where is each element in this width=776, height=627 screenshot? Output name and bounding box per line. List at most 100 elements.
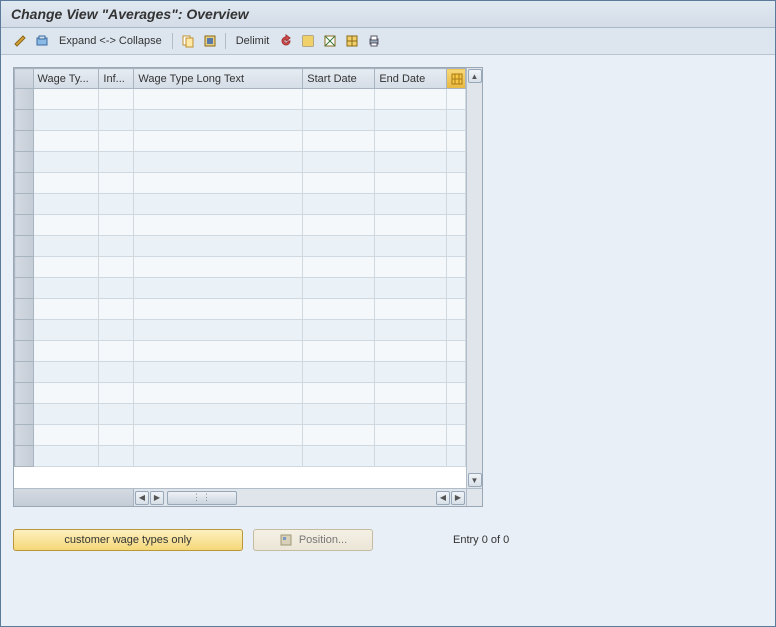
print-icon[interactable] — [365, 32, 383, 50]
cell-end-date[interactable] — [375, 278, 447, 299]
select-all-icon[interactable] — [201, 32, 219, 50]
cell-wage-type[interactable] — [33, 89, 99, 110]
cell-inf[interactable] — [99, 299, 134, 320]
cell-long-text[interactable] — [134, 236, 303, 257]
cell-inf[interactable] — [99, 110, 134, 131]
cell-end-date[interactable] — [375, 194, 447, 215]
cell-end-date[interactable] — [375, 215, 447, 236]
cell-end-date[interactable] — [375, 110, 447, 131]
row-selector[interactable] — [15, 299, 34, 320]
cell-start-date[interactable] — [303, 362, 375, 383]
cell-end-date[interactable] — [375, 341, 447, 362]
cell-long-text[interactable] — [134, 362, 303, 383]
select-block-icon[interactable] — [299, 32, 317, 50]
cell-long-text[interactable] — [134, 110, 303, 131]
cell-wage-type[interactable] — [33, 362, 99, 383]
cell-inf[interactable] — [99, 152, 134, 173]
delimit-button[interactable]: Delimit — [236, 35, 270, 47]
cell-start-date[interactable] — [303, 89, 375, 110]
cell-end-date[interactable] — [375, 152, 447, 173]
row-selector[interactable] — [15, 215, 34, 236]
cell-inf[interactable] — [99, 383, 134, 404]
cell-inf[interactable] — [99, 89, 134, 110]
cell-long-text[interactable] — [134, 341, 303, 362]
cell-start-date[interactable] — [303, 320, 375, 341]
cell-start-date[interactable] — [303, 236, 375, 257]
cell-long-text[interactable] — [134, 320, 303, 341]
cell-start-date[interactable] — [303, 131, 375, 152]
cell-long-text[interactable] — [134, 446, 303, 467]
cell-wage-type[interactable] — [33, 257, 99, 278]
cell-inf[interactable] — [99, 131, 134, 152]
vertical-scrollbar[interactable]: ▲ ▼ — [466, 68, 482, 488]
scroll-right-icon[interactable]: ▶ — [451, 491, 465, 505]
cell-start-date[interactable] — [303, 425, 375, 446]
row-selector[interactable] — [15, 110, 34, 131]
cell-wage-type[interactable] — [33, 320, 99, 341]
cell-long-text[interactable] — [134, 152, 303, 173]
cell-long-text[interactable] — [134, 194, 303, 215]
scroll-left-end-icon[interactable]: ◀ — [436, 491, 450, 505]
row-selector[interactable] — [15, 362, 34, 383]
col-wage-type[interactable]: Wage Ty... — [33, 69, 99, 89]
scroll-left-icon[interactable]: ◀ — [135, 491, 149, 505]
row-selector[interactable] — [15, 152, 34, 173]
cell-long-text[interactable] — [134, 173, 303, 194]
cell-wage-type[interactable] — [33, 236, 99, 257]
row-selector[interactable] — [15, 194, 34, 215]
cell-start-date[interactable] — [303, 383, 375, 404]
cell-long-text[interactable] — [134, 257, 303, 278]
cell-wage-type[interactable] — [33, 404, 99, 425]
row-selector[interactable] — [15, 446, 34, 467]
cell-start-date[interactable] — [303, 173, 375, 194]
row-selector[interactable] — [15, 404, 34, 425]
row-selector[interactable] — [15, 173, 34, 194]
cell-end-date[interactable] — [375, 446, 447, 467]
cell-end-date[interactable] — [375, 383, 447, 404]
cell-end-date[interactable] — [375, 236, 447, 257]
cell-wage-type[interactable] — [33, 299, 99, 320]
cell-long-text[interactable] — [134, 215, 303, 236]
undo-icon[interactable] — [277, 32, 295, 50]
col-inf[interactable]: Inf... — [99, 69, 134, 89]
cell-long-text[interactable] — [134, 299, 303, 320]
horizontal-scrollbar[interactable]: ◀ ▶ ⋮⋮ ◀ ▶ — [14, 488, 482, 506]
row-selector[interactable] — [15, 89, 34, 110]
deselect-all-icon[interactable] — [321, 32, 339, 50]
cell-long-text[interactable] — [134, 425, 303, 446]
cell-start-date[interactable] — [303, 110, 375, 131]
row-selector[interactable] — [15, 257, 34, 278]
toggle-display-change-icon[interactable] — [11, 32, 29, 50]
cell-inf[interactable] — [99, 341, 134, 362]
cell-long-text[interactable] — [134, 89, 303, 110]
scroll-down-icon[interactable]: ▼ — [468, 473, 482, 487]
cell-start-date[interactable] — [303, 152, 375, 173]
cell-end-date[interactable] — [375, 299, 447, 320]
cell-wage-type[interactable] — [33, 110, 99, 131]
cell-inf[interactable] — [99, 446, 134, 467]
row-selector[interactable] — [15, 425, 34, 446]
cell-inf[interactable] — [99, 236, 134, 257]
cell-end-date[interactable] — [375, 173, 447, 194]
cell-start-date[interactable] — [303, 257, 375, 278]
scroll-right-inner-icon[interactable]: ▶ — [150, 491, 164, 505]
hscroll-thumb[interactable]: ⋮⋮ — [167, 491, 237, 505]
col-start-date[interactable]: Start Date — [303, 69, 375, 89]
expand-collapse-button[interactable]: Expand <-> Collapse — [59, 35, 162, 47]
table-config-icon[interactable] — [447, 69, 466, 89]
cell-end-date[interactable] — [375, 362, 447, 383]
cell-wage-type[interactable] — [33, 278, 99, 299]
cell-inf[interactable] — [99, 278, 134, 299]
cell-end-date[interactable] — [375, 404, 447, 425]
cell-start-date[interactable] — [303, 299, 375, 320]
row-selector[interactable] — [15, 131, 34, 152]
copy-icon[interactable] — [179, 32, 197, 50]
cell-end-date[interactable] — [375, 257, 447, 278]
cell-wage-type[interactable] — [33, 194, 99, 215]
cell-start-date[interactable] — [303, 446, 375, 467]
cell-inf[interactable] — [99, 320, 134, 341]
cell-wage-type[interactable] — [33, 173, 99, 194]
row-selector[interactable] — [15, 383, 34, 404]
row-selector-header[interactable] — [15, 69, 34, 89]
customer-wage-types-button[interactable]: customer wage types only — [13, 529, 243, 551]
